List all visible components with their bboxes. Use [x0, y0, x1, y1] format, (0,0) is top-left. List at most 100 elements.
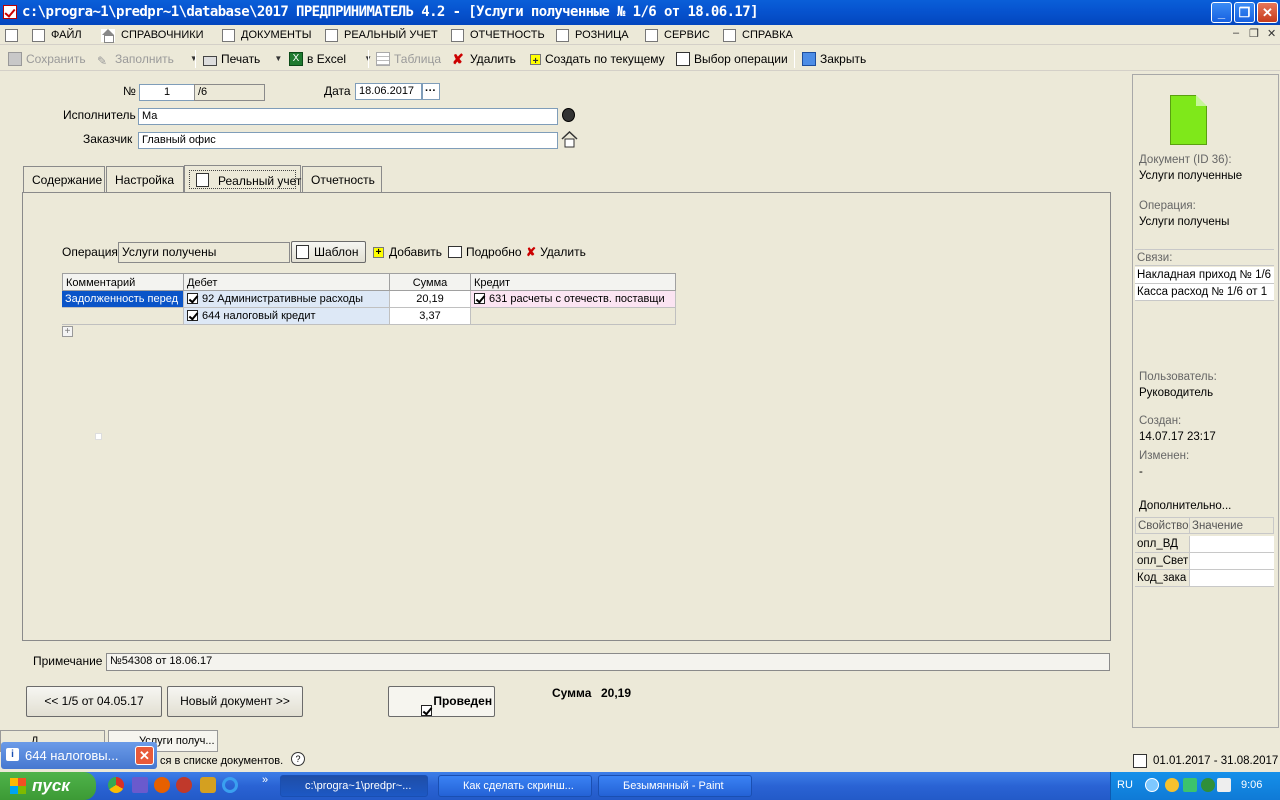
mdi-restore-button[interactable]: ❐ — [1249, 27, 1259, 40]
quicklaunch-more-icon[interactable]: » — [262, 774, 268, 786]
link-item[interactable]: Касса расход № 1/6 от 1 — [1135, 284, 1274, 301]
credit-cell[interactable] — [471, 308, 676, 325]
posted-toggle[interactable]: Проведен — [388, 686, 495, 717]
doc-id-label: Документ (ID 36): — [1139, 154, 1232, 166]
credit-cell[interactable]: 631 расчеты с отечеств. поставщи — [471, 291, 676, 308]
notification[interactable]: i 644 налоговы... ✕ — [1, 742, 157, 769]
sum-label: Сумма — [552, 686, 592, 700]
mdi-minimize-button[interactable]: – — [1233, 27, 1239, 39]
tab-reports[interactable]: Отчетность — [302, 166, 382, 193]
fill-button[interactable]: ✎ Заполнить ▼ — [97, 50, 198, 68]
tab-content[interactable]: Содержание — [23, 166, 105, 193]
menu-service[interactable]: СЕРВИС — [645, 27, 710, 43]
firefox-icon[interactable] — [154, 777, 170, 793]
calculator-icon — [645, 28, 658, 42]
note-field[interactable]: №54308 от 18.06.17 — [106, 653, 1110, 671]
choose-operation-button[interactable]: Выбор операции — [676, 50, 788, 68]
tab-settings[interactable]: Настройка — [106, 166, 184, 193]
checkbox-icon[interactable] — [187, 309, 198, 321]
customer-field[interactable]: Главный офис — [138, 132, 558, 149]
restore-button[interactable]: ❐ — [1234, 2, 1255, 23]
tray-icon[interactable] — [1217, 778, 1231, 792]
table-row[interactable]: Задолженность перед — [62, 291, 184, 308]
menu-documents[interactable]: ДОКУМЕНТЫ — [222, 27, 311, 43]
note-label: Примечание — [33, 654, 103, 668]
close-button[interactable]: ✕ — [1257, 2, 1278, 23]
exit-icon — [802, 52, 816, 66]
menu-file[interactable]: ФАЙЛ — [32, 27, 82, 43]
minimize-button[interactable]: _ — [1211, 2, 1232, 23]
menu-retail[interactable]: РОЗНИЦА — [556, 27, 629, 43]
excel-icon: X — [289, 52, 303, 66]
task-browser[interactable]: Как сделать скринш... — [438, 775, 592, 797]
task-predprinimatel[interactable]: c:\progra~1\predpr~... — [280, 775, 428, 797]
new-document-button[interactable]: Новый документ >> — [167, 686, 303, 717]
new-doc-icon[interactable] — [5, 27, 18, 43]
tray-icon[interactable] — [1183, 778, 1197, 792]
ie-icon[interactable] — [222, 777, 238, 793]
menu-real-accounting[interactable]: РЕАЛЬНЫЙ УЧЕТ — [325, 27, 438, 43]
executor-field[interactable]: Ма — [138, 108, 558, 125]
link-item[interactable]: Накладная приход № 1/6 — [1135, 267, 1274, 284]
debit-cell[interactable]: 644 налоговый кредит — [184, 308, 390, 325]
table-icon — [376, 52, 390, 66]
table-row[interactable] — [62, 308, 184, 325]
date-field[interactable]: 18.06.2017 — [355, 83, 422, 100]
language-indicator[interactable]: RU — [1117, 779, 1133, 791]
checkbox-icon[interactable] — [187, 292, 198, 304]
col-comment[interactable]: Комментарий — [62, 273, 184, 291]
checkbox-icon[interactable] — [474, 292, 485, 304]
detail-button[interactable]: Подробно — [448, 245, 522, 259]
menu-help[interactable]: СПРАВКА — [723, 27, 793, 43]
fill-icon: ✎ — [97, 54, 108, 68]
prop-value[interactable] — [1190, 553, 1274, 570]
col-credit[interactable]: Кредит — [471, 273, 676, 291]
print-button[interactable]: Печать ▼ — [203, 50, 282, 68]
prop-value[interactable] — [1190, 570, 1274, 587]
tray-icon[interactable] — [1201, 778, 1215, 792]
expand-icon[interactable]: + — [62, 326, 73, 337]
menu-directories[interactable]: СПРАВОЧНИКИ — [101, 27, 204, 43]
tab-real-accounting[interactable]: Реальный учет — [184, 165, 301, 193]
debit-cell[interactable]: 92 Административные расходы — [184, 291, 390, 308]
folder-icon — [32, 28, 45, 42]
table-button[interactable]: Таблица — [376, 50, 441, 68]
excel-button[interactable]: Xв Excel▼ — [289, 50, 372, 68]
info-icon: i — [6, 748, 19, 761]
app-icon[interactable] — [3, 5, 17, 19]
opera-icon[interactable] — [176, 777, 192, 793]
menu-reports[interactable]: ОТЧЕТНОСТЬ — [451, 27, 545, 43]
app-icon[interactable] — [200, 777, 216, 793]
sum-cell[interactable]: 20,19 — [390, 291, 471, 308]
home-icon[interactable] — [561, 130, 578, 148]
col-sum[interactable]: Сумма — [390, 273, 471, 291]
delete-button[interactable]: ✘ Удалить — [452, 50, 516, 68]
extra-link[interactable]: Дополнительно... — [1139, 500, 1231, 512]
start-button[interactable]: пуск — [0, 772, 96, 800]
period-text[interactable]: 01.01.2017 - 31.08.2017 — [1153, 755, 1278, 767]
task-paint[interactable]: Безымянный - Paint — [598, 775, 752, 797]
save-button[interactable]: Сохранить — [8, 50, 86, 68]
mail-icon[interactable] — [132, 777, 148, 793]
clock[interactable]: 9:06 — [1241, 779, 1262, 791]
created-value: 14.07.17 23:17 — [1139, 431, 1216, 443]
delete-row-button[interactable]: ✘ Удалить — [526, 245, 586, 259]
template-button[interactable]: Шаблон — [291, 241, 366, 263]
tray-icon[interactable] — [1165, 778, 1179, 792]
help-icon[interactable]: ? — [291, 752, 305, 766]
calendar-icon[interactable] — [1133, 754, 1147, 768]
close-icon[interactable]: ✕ — [135, 746, 154, 765]
prop-value[interactable] — [1190, 536, 1274, 553]
tray-icon[interactable] — [1145, 778, 1159, 792]
person-icon[interactable] — [562, 108, 575, 122]
sum-cell[interactable]: 3,37 — [390, 308, 471, 325]
prev-document-button[interactable]: << 1/5 от 04.05.17 — [26, 686, 162, 717]
create-from-current-button[interactable]: + Создать по текущему — [530, 50, 665, 68]
close-doc-button[interactable]: Закрыть — [802, 50, 866, 68]
add-button[interactable]: + Добавить — [373, 245, 442, 259]
date-picker-button[interactable]: ··· — [422, 83, 440, 100]
col-debit[interactable]: Дебет — [184, 273, 390, 291]
mdi-close-button[interactable]: ✕ — [1267, 27, 1276, 40]
chrome-icon[interactable] — [108, 777, 124, 793]
number-field[interactable]: 1 — [139, 84, 195, 101]
